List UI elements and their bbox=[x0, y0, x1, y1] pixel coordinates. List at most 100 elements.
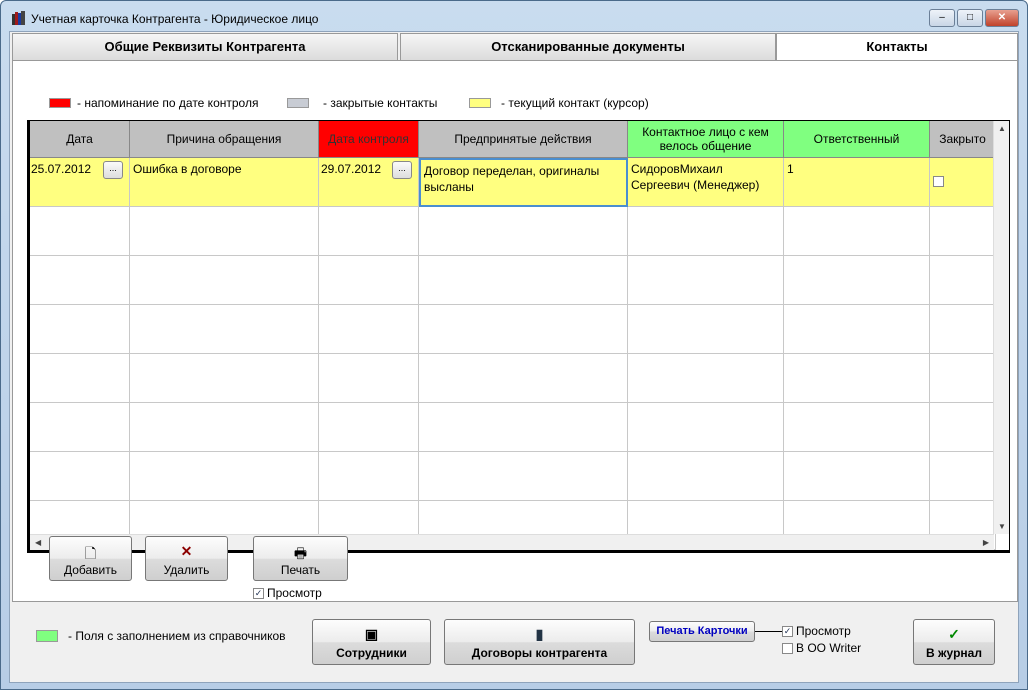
print-button[interactable]: 🖶 Печать bbox=[253, 536, 348, 581]
legend-closed: - закрытые контакты bbox=[287, 96, 437, 110]
printer-icon: 🖶 bbox=[293, 545, 308, 561]
empty-cell[interactable] bbox=[930, 207, 996, 256]
oo-writer-checkbox[interactable]: В OO Writer bbox=[782, 641, 861, 655]
scroll-up-icon[interactable]: ▲ bbox=[998, 124, 1006, 133]
tab-general[interactable]: Общие Реквизиты Контрагента bbox=[12, 33, 398, 61]
empty-cell[interactable] bbox=[130, 403, 319, 452]
empty-cell[interactable] bbox=[130, 452, 319, 501]
date-picker-button[interactable]: ... bbox=[103, 161, 123, 179]
vertical-scrollbar[interactable]: ▲ ▼ bbox=[993, 121, 1009, 534]
cell-date[interactable]: 25.07.2012... bbox=[30, 158, 130, 207]
empty-cell[interactable] bbox=[419, 452, 628, 501]
empty-cell[interactable] bbox=[319, 207, 419, 256]
empty-cell[interactable] bbox=[130, 256, 319, 305]
legend-current: - текущий контакт (курсор) bbox=[469, 96, 649, 110]
legend-label: - закрытые контакты bbox=[323, 96, 438, 110]
legend-swatch bbox=[469, 98, 491, 108]
connector-line bbox=[755, 631, 783, 632]
cell-closed[interactable] bbox=[930, 158, 996, 207]
empty-cell[interactable] bbox=[319, 256, 419, 305]
empty-cell[interactable] bbox=[319, 403, 419, 452]
tab-contacts[interactable]: Контакты bbox=[776, 33, 1018, 63]
empty-cell[interactable] bbox=[419, 354, 628, 403]
book-icon: ▮ bbox=[535, 626, 544, 642]
col-header-responsible[interactable]: Ответственный bbox=[784, 121, 930, 158]
cell-reason[interactable]: Ошибка в договоре bbox=[130, 158, 319, 207]
legend-swatch bbox=[287, 98, 309, 108]
empty-cell[interactable] bbox=[319, 354, 419, 403]
col-header-closed[interactable]: Закрыто bbox=[930, 121, 996, 158]
scroll-left-icon[interactable]: ◀ bbox=[35, 538, 41, 547]
empty-cell[interactable] bbox=[419, 403, 628, 452]
preview-check-icon: ✓ bbox=[253, 588, 264, 600]
empty-cell[interactable] bbox=[628, 403, 784, 452]
maximize-button[interactable]: □ bbox=[957, 9, 983, 27]
cell-contact[interactable]: СидоровМихаил Сергеевич (Менеджер) bbox=[628, 158, 784, 207]
scroll-right-icon[interactable]: ▶ bbox=[983, 538, 989, 547]
empty-cell[interactable] bbox=[319, 305, 419, 354]
tab-scanned-docs[interactable]: Отсканированные документы bbox=[400, 33, 776, 61]
cell-control-date[interactable]: 29.07.2012... bbox=[319, 158, 419, 207]
employees-button[interactable]: ▣ Сотрудники bbox=[312, 619, 431, 665]
cell-actions[interactable]: Договор переделан, оригиналы высланы bbox=[419, 158, 628, 207]
add-label: Добавить bbox=[63, 563, 118, 577]
window-title: Учетная карточка Контрагента - Юридическ… bbox=[31, 12, 319, 26]
empty-cell[interactable] bbox=[130, 207, 319, 256]
empty-cell[interactable] bbox=[130, 305, 319, 354]
empty-cell[interactable] bbox=[419, 207, 628, 256]
to-journal-label: В журнал bbox=[926, 646, 982, 660]
empty-cell[interactable] bbox=[30, 207, 130, 256]
empty-cell[interactable] bbox=[628, 305, 784, 354]
empty-cell[interactable] bbox=[784, 305, 930, 354]
empty-cell[interactable] bbox=[30, 256, 130, 305]
empty-cell[interactable] bbox=[30, 305, 130, 354]
scroll-down-icon[interactable]: ▼ bbox=[998, 522, 1006, 531]
control-date-picker-button[interactable]: ... bbox=[392, 161, 412, 179]
empty-cell[interactable] bbox=[930, 256, 996, 305]
empty-cell[interactable] bbox=[784, 452, 930, 501]
closed-checkbox[interactable] bbox=[933, 176, 944, 187]
empty-cell[interactable] bbox=[419, 256, 628, 305]
empty-cell[interactable] bbox=[130, 354, 319, 403]
legend-label: - текущий контакт (курсор) bbox=[501, 96, 649, 110]
card-preview-check-icon: ✓ bbox=[782, 626, 793, 638]
empty-cell[interactable] bbox=[930, 305, 996, 354]
contracts-label: Договоры контрагента bbox=[471, 646, 608, 660]
preview-checkbox[interactable]: ✓ Просмотр bbox=[253, 586, 322, 600]
empty-cell[interactable] bbox=[784, 403, 930, 452]
empty-cell[interactable] bbox=[628, 354, 784, 403]
col-header-reason[interactable]: Причина обращения bbox=[130, 121, 319, 158]
empty-cell[interactable] bbox=[784, 256, 930, 305]
empty-cell[interactable] bbox=[930, 403, 996, 452]
empty-cell[interactable] bbox=[784, 354, 930, 403]
add-button[interactable]: 🗋 Добавить bbox=[49, 536, 132, 581]
empty-cell[interactable] bbox=[628, 452, 784, 501]
contracts-button[interactable]: ▮ Договоры контрагента bbox=[444, 619, 635, 665]
empty-cell[interactable] bbox=[784, 207, 930, 256]
col-header-actions[interactable]: Предпринятые действия bbox=[419, 121, 628, 158]
empty-cell[interactable] bbox=[319, 452, 419, 501]
close-button[interactable]: ✕ bbox=[985, 9, 1019, 27]
col-header-date[interactable]: Дата bbox=[30, 121, 130, 158]
empty-cell[interactable] bbox=[30, 452, 130, 501]
print-card-button[interactable]: Печать Карточки bbox=[649, 621, 755, 642]
empty-cell[interactable] bbox=[30, 403, 130, 452]
empty-cell[interactable] bbox=[30, 354, 130, 403]
legend-swatch bbox=[49, 98, 71, 108]
empty-cell[interactable] bbox=[628, 256, 784, 305]
card-preview-checkbox[interactable]: ✓ Просмотр bbox=[782, 624, 851, 638]
empty-cell[interactable] bbox=[628, 207, 784, 256]
employees-icon: ▣ bbox=[364, 626, 379, 642]
checkmark-icon: ✓ bbox=[948, 626, 960, 642]
empty-cell[interactable] bbox=[930, 452, 996, 501]
minimize-button[interactable]: – bbox=[929, 9, 955, 27]
cell-responsible[interactable]: 1 bbox=[784, 158, 930, 207]
empty-cell[interactable] bbox=[419, 305, 628, 354]
col-header-contact[interactable]: Контактное лицо с кем велось общение bbox=[628, 121, 784, 158]
to-journal-button[interactable]: ✓ В журнал bbox=[913, 619, 995, 665]
print-label: Печать bbox=[280, 563, 321, 577]
empty-cell[interactable] bbox=[930, 354, 996, 403]
lookup-legend-label: - Поля с заполнением из справочников bbox=[68, 629, 286, 643]
col-header-control-date[interactable]: Дата контроля bbox=[319, 121, 419, 158]
delete-button[interactable]: ✕ Удалить bbox=[145, 536, 228, 581]
